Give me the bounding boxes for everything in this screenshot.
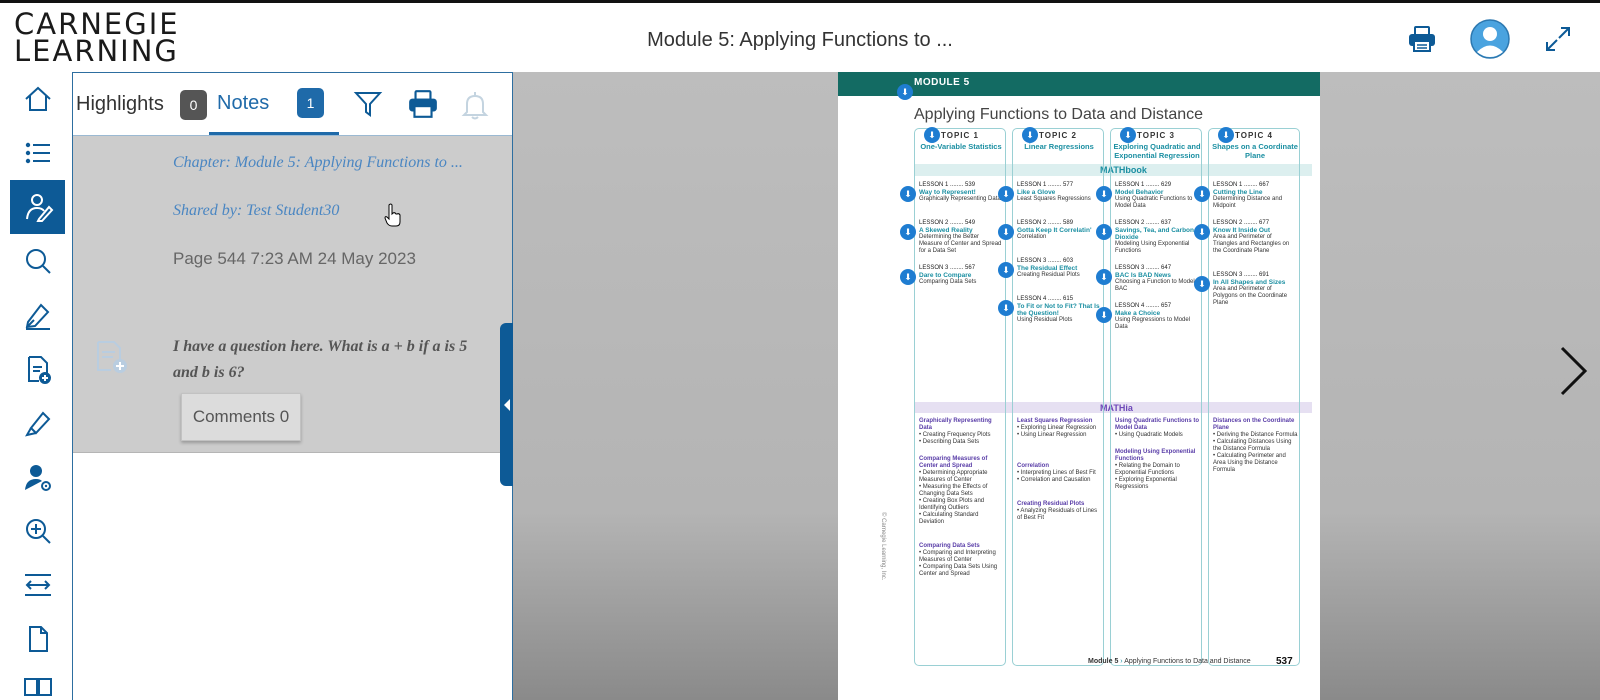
fit-width-icon[interactable] bbox=[10, 558, 65, 612]
table-of-contents-icon[interactable] bbox=[10, 126, 65, 180]
notes-count-badge: 1 bbox=[297, 88, 324, 118]
hand-cursor-icon bbox=[384, 203, 402, 232]
download-icon[interactable]: ⬇ bbox=[1194, 276, 1210, 292]
next-page-arrow[interactable] bbox=[1558, 345, 1588, 402]
user-avatar-icon[interactable] bbox=[1468, 17, 1512, 61]
bell-icon[interactable] bbox=[461, 90, 489, 125]
download-icon[interactable]: ⬇ bbox=[998, 186, 1014, 202]
topic-name: Exploring Quadratic and Exponential Regr… bbox=[1113, 142, 1201, 160]
collapse-panel-handle[interactable] bbox=[500, 323, 513, 486]
add-note-icon[interactable] bbox=[95, 340, 129, 379]
download-icon[interactable]: ⬇ bbox=[1096, 186, 1112, 202]
lesson-entry[interactable]: LESSON 2 ........ 637 Savings, Tea, and C… bbox=[1115, 220, 1199, 255]
note-shared-by: Shared by: Test Student30 bbox=[173, 202, 340, 219]
download-icon[interactable]: ⬇ bbox=[900, 224, 916, 240]
highlights-count-badge: 0 bbox=[180, 90, 207, 120]
mathia-topic: Creating Residual Plots • Analyzing Resid… bbox=[1017, 501, 1098, 521]
module-label: MODULE 5 bbox=[914, 77, 970, 88]
lesson-entry[interactable]: LESSON 1 ........ 577 Like a Glove Least S… bbox=[1017, 182, 1101, 203]
lesson-entry[interactable]: LESSON 2 ........ 677 Know It Inside Out A… bbox=[1213, 220, 1297, 255]
filter-icon[interactable] bbox=[353, 89, 383, 124]
page-footer: Module 5 › Applying Functions to Data an… bbox=[1088, 658, 1251, 665]
note-card[interactable]: Chapter: Module 5: Applying Functions to… bbox=[73, 136, 512, 453]
download-icon[interactable]: ⬇ bbox=[900, 269, 916, 285]
mathia-topic: Using Quadratic Functions to Model Data •… bbox=[1115, 418, 1200, 438]
notes-icon[interactable] bbox=[10, 180, 65, 234]
download-icon[interactable]: ⬇ bbox=[998, 262, 1014, 278]
download-icon[interactable]: ⬇ bbox=[1194, 224, 1210, 240]
mathia-topic: Correlation • Interpreting Lines of Best … bbox=[1017, 463, 1096, 483]
lesson-entry[interactable]: LESSON 4 ........ 657 Make a Choice Using … bbox=[1115, 303, 1199, 331]
copyright-text: © Carnegie Learning, Inc. bbox=[880, 512, 886, 581]
lesson-entry[interactable]: LESSON 3 ........ 603 The Residual Effect… bbox=[1017, 258, 1101, 279]
two-page-icon[interactable] bbox=[10, 666, 65, 700]
mathia-topic: Graphically Representing Data • Creating … bbox=[919, 418, 992, 445]
note-chapter-link[interactable]: Chapter: Module 5: Applying Functions to… bbox=[173, 154, 493, 172]
download-icon[interactable]: ⬇ bbox=[998, 300, 1014, 316]
download-icon[interactable]: ⬇ bbox=[998, 224, 1014, 240]
download-icon[interactable]: ⬇ bbox=[1194, 186, 1210, 202]
note-page-timestamp: Page 544 7:23 AM 24 May 2023 bbox=[173, 249, 416, 268]
tab-highlights[interactable]: Highlights bbox=[76, 93, 164, 116]
lesson-entry[interactable]: LESSON 3 ........ 567 Dare to Compare Comp… bbox=[919, 265, 1003, 286]
panel-tabs: Highlights 0 Notes 1 bbox=[73, 73, 512, 136]
lesson-entry[interactable]: LESSON 2 ........ 549 A Skewed Reality Det… bbox=[919, 220, 1003, 255]
tab-notes[interactable]: Notes bbox=[217, 92, 269, 115]
mathia-topic: Comparing Measures of Center and Spread •… bbox=[919, 456, 988, 525]
download-icon[interactable]: ⬇ bbox=[1096, 269, 1112, 285]
download-icon[interactable]: ⬇ bbox=[900, 186, 916, 202]
download-icon[interactable]: ⬇ bbox=[1120, 127, 1136, 143]
pen-icon[interactable] bbox=[10, 288, 65, 342]
download-icon[interactable]: ⬇ bbox=[924, 127, 940, 143]
mathia-topic: Least Squares Regression • Exploring Line… bbox=[1017, 418, 1097, 438]
top-bar: CARNEGIE LEARNING Module 5: Applying Fun… bbox=[0, 0, 1600, 72]
document-title: Module 5: Applying Functions to ... bbox=[647, 29, 953, 51]
lesson-entry[interactable]: LESSON 1 ........ 539 Way to Represent! Gr… bbox=[919, 182, 1003, 203]
active-tab-underline bbox=[209, 132, 339, 135]
notes-panel: Highlights 0 Notes 1 Chapter: Module 5: … bbox=[72, 72, 513, 700]
add-page-icon[interactable] bbox=[10, 342, 65, 396]
topic-column: TOPIC 2 Linear Regressions bbox=[1012, 128, 1104, 666]
home-icon[interactable] bbox=[10, 72, 65, 126]
download-icon[interactable]: ⬇ bbox=[1218, 127, 1234, 143]
topic-name: One-Variable Statistics bbox=[920, 142, 1002, 151]
download-icon[interactable]: ⬇ bbox=[1022, 127, 1038, 143]
download-icon[interactable]: ⬇ bbox=[1096, 307, 1112, 323]
mathia-topic: Distances on the Coordinate Plane • Deriv… bbox=[1213, 418, 1298, 473]
lesson-entry[interactable]: LESSON 4 ........ 615 To Fit or Not to Fi… bbox=[1017, 296, 1101, 324]
lesson-entry[interactable]: LESSON 3 ........ 647 BAC Is BAD News Choo… bbox=[1115, 265, 1199, 293]
lesson-entry[interactable]: LESSON 3 ........ 691 In All Shapes and S… bbox=[1213, 272, 1297, 307]
topic-name: Shapes on a Coordinate Plane bbox=[1212, 142, 1298, 160]
book-page: ⬇ MODULE 5 Applying Functions to Data an… bbox=[838, 72, 1320, 700]
comments-button[interactable]: Comments 0 bbox=[181, 393, 301, 441]
highlighter-icon[interactable] bbox=[10, 396, 65, 450]
download-icon[interactable]: ⬇ bbox=[897, 84, 913, 100]
mathia-topic: Comparing Data Sets • Comparing and Inter… bbox=[919, 543, 998, 577]
lesson-entry[interactable]: LESSON 1 ........ 629 Model Behavior Using… bbox=[1115, 182, 1199, 210]
expand-icon[interactable] bbox=[1536, 17, 1580, 61]
search-icon[interactable] bbox=[10, 234, 65, 288]
topic-name: Linear Regressions bbox=[1024, 142, 1094, 151]
printer-icon[interactable] bbox=[1400, 17, 1444, 61]
left-toolbar bbox=[0, 72, 72, 700]
download-icon[interactable]: ⬇ bbox=[1096, 224, 1112, 240]
mathia-topic: Modeling Using Exponential Functions • Re… bbox=[1115, 449, 1196, 490]
lesson-entry[interactable]: LESSON 2 ........ 589 Gotta Keep It Corre… bbox=[1017, 220, 1101, 241]
user-settings-icon[interactable] bbox=[10, 450, 65, 504]
zoom-in-icon[interactable] bbox=[10, 504, 65, 558]
lesson-entry[interactable]: LESSON 1 ........ 667 Cutting the Line Det… bbox=[1213, 182, 1297, 210]
page-icon[interactable] bbox=[10, 612, 65, 666]
topic-column: TOPIC 1 One-Variable Statistics bbox=[914, 128, 1006, 666]
page-title: Applying Functions to Data and Distance bbox=[914, 106, 1204, 123]
print-notes-icon[interactable] bbox=[407, 89, 439, 124]
note-text: I have a question here. What is a + b if… bbox=[173, 338, 468, 381]
page-number: 537 bbox=[1276, 656, 1293, 667]
